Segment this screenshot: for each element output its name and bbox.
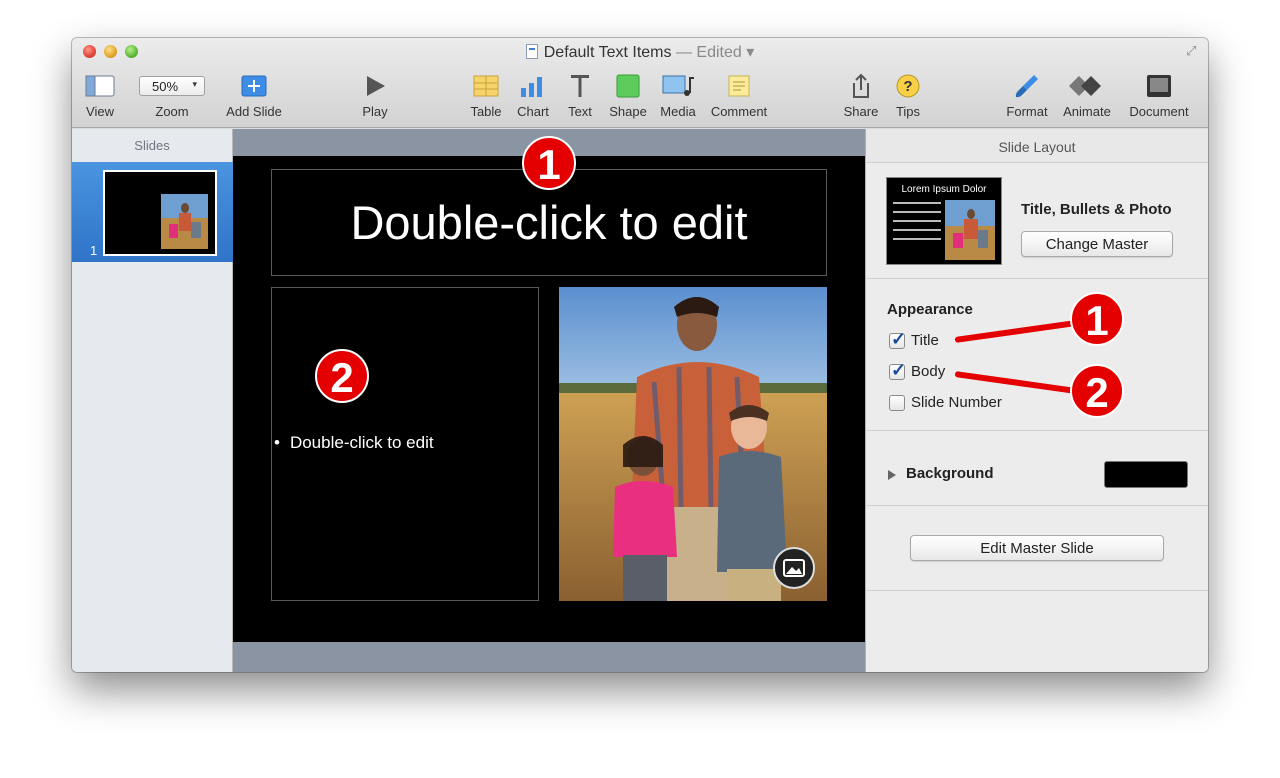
disclosure-triangle-icon[interactable] — [888, 470, 896, 480]
slide-number-option-label: Slide Number — [911, 394, 1002, 411]
text-label: Text — [568, 104, 592, 119]
master-thumb-bullets — [893, 202, 941, 247]
play-label: Play — [362, 104, 388, 119]
add-slide-label: Add Slide — [226, 104, 282, 119]
photo-placeholder-thumbnail — [161, 194, 208, 249]
body-bullet: • Double-click to edit — [274, 433, 434, 453]
background-color-swatch[interactable] — [1104, 461, 1188, 488]
slide-thumbnail[interactable] — [103, 170, 217, 256]
share-label: Share — [843, 104, 879, 119]
keynote-document-icon — [525, 44, 538, 59]
slide-number-checkbox[interactable] — [889, 394, 905, 411]
background-label: Background — [906, 465, 994, 482]
master-thumb-photo — [945, 200, 995, 260]
fullscreen-icon[interactable]: ⤢ — [1186, 43, 1200, 58]
animate-label: Animate — [1063, 104, 1111, 119]
title-option[interactable]: Title — [889, 329, 939, 350]
view-icon — [82, 72, 118, 100]
add-slide-icon — [222, 72, 286, 100]
tips-button[interactable]: ? Tips — [892, 72, 924, 119]
share-button[interactable]: Share — [842, 72, 880, 119]
bullet-glyph: • — [274, 433, 280, 452]
layout-name: Title, Bullets & Photo — [1021, 201, 1172, 218]
body-option-label: Body — [911, 363, 946, 380]
annotation-marker-1-checkbox: 1 — [1070, 292, 1124, 346]
slide-canvas: Double-click to edit • Double-click to ed… — [233, 129, 865, 672]
table-icon — [466, 72, 506, 100]
zoom-dropdown-icon: ▾ — [192, 79, 197, 89]
document-label: Document — [1129, 104, 1189, 119]
body-placeholder[interactable]: • Double-click to edit — [271, 287, 539, 601]
inspector-header: Slide Layout — [866, 129, 1208, 163]
slide-number-option[interactable]: Slide Number — [889, 394, 1002, 411]
document-title: Default Text Items — [543, 44, 672, 61]
chart-label: Chart — [517, 104, 549, 119]
body-checkbox[interactable] — [889, 360, 906, 381]
view-button[interactable]: View — [82, 72, 118, 119]
photo-placeholder[interactable] — [559, 287, 827, 601]
add-slide-button[interactable]: Add Slide — [222, 72, 286, 119]
body-placeholder-text: Double-click to edit — [289, 433, 434, 452]
edited-status[interactable]: — Edited ▾ — [676, 44, 754, 61]
table-button[interactable]: Table — [466, 72, 506, 119]
shape-button[interactable]: Shape — [608, 72, 648, 119]
slides-header: Slides — [134, 138, 170, 153]
toolbar: Default Text Items — Edited ▾ ⤢ View 50%… — [72, 38, 1208, 128]
master-thumbnail[interactable]: Lorem Ipsum Dolor — [886, 177, 1002, 265]
media-button[interactable]: Media — [656, 72, 700, 119]
chart-button[interactable]: Chart — [514, 72, 552, 119]
animate-button[interactable]: Animate — [1058, 72, 1116, 119]
media-icon — [656, 72, 700, 100]
appearance-heading: Appearance — [887, 301, 973, 318]
format-label: Format — [1006, 104, 1048, 119]
media-replace-button[interactable] — [773, 547, 815, 589]
zoom-control[interactable]: 50% ▾ Zoom — [138, 72, 206, 119]
document-icon — [1124, 72, 1194, 100]
edit-master-section: Edit Master Slide — [866, 506, 1208, 591]
animate-icon — [1058, 72, 1116, 100]
master-thumb-title: Lorem Ipsum Dolor — [901, 184, 987, 195]
annotation-marker-2-checkbox: 2 — [1070, 364, 1124, 418]
title-option-label: Title — [911, 332, 939, 349]
window-title: Default Text Items — Edited ▾ — [72, 42, 1208, 62]
body-option[interactable]: Body — [889, 360, 946, 381]
question-icon: ? — [892, 72, 924, 100]
share-icon — [842, 72, 880, 100]
annotation-marker-1-title: 1 — [522, 136, 576, 190]
comment-label: Comment — [710, 104, 768, 119]
slide-navigator: Slides 1 — [72, 129, 233, 672]
paintbrush-icon — [1002, 72, 1052, 100]
app-window: Default Text Items — Edited ▾ ⤢ View 50%… — [72, 38, 1208, 672]
table-label: Table — [470, 104, 502, 119]
chart-icon — [514, 72, 552, 100]
background-section: Background — [866, 431, 1208, 506]
text-icon — [562, 72, 598, 100]
slide-number: 1 — [90, 243, 98, 258]
slide-thumbnail-row[interactable]: 1 — [72, 162, 233, 262]
shape-icon — [608, 72, 648, 100]
edit-master-slide-button[interactable]: Edit Master Slide — [910, 535, 1164, 561]
format-button[interactable]: Format — [1002, 72, 1052, 119]
shape-label: Shape — [609, 104, 647, 119]
play-button[interactable]: Play — [357, 72, 393, 119]
tips-label: Tips — [895, 104, 921, 119]
view-label: View — [86, 104, 114, 119]
zoom-select[interactable]: 50% ▾ — [139, 76, 205, 96]
zoom-label: Zoom — [155, 104, 189, 119]
media-label: Media — [660, 104, 696, 119]
comment-icon — [706, 72, 772, 100]
image-icon — [783, 559, 805, 577]
appearance-section: Appearance Title Body Slide Number — [866, 279, 1208, 431]
document-button[interactable]: Document — [1124, 72, 1194, 119]
title-checkbox[interactable] — [889, 329, 906, 350]
master-section: Lorem Ipsum Dolor Title, Bullets & Photo… — [866, 163, 1208, 279]
comment-button[interactable]: Comment — [706, 72, 772, 119]
inspector-panel: Slide Layout Lorem Ipsum Dolor Title, Bu… — [865, 129, 1208, 672]
change-master-button[interactable]: Change Master — [1021, 231, 1173, 257]
text-button[interactable]: Text — [562, 72, 598, 119]
play-icon — [357, 72, 393, 100]
annotation-marker-2-body: 2 — [315, 349, 369, 403]
svg-text:?: ? — [903, 78, 912, 95]
